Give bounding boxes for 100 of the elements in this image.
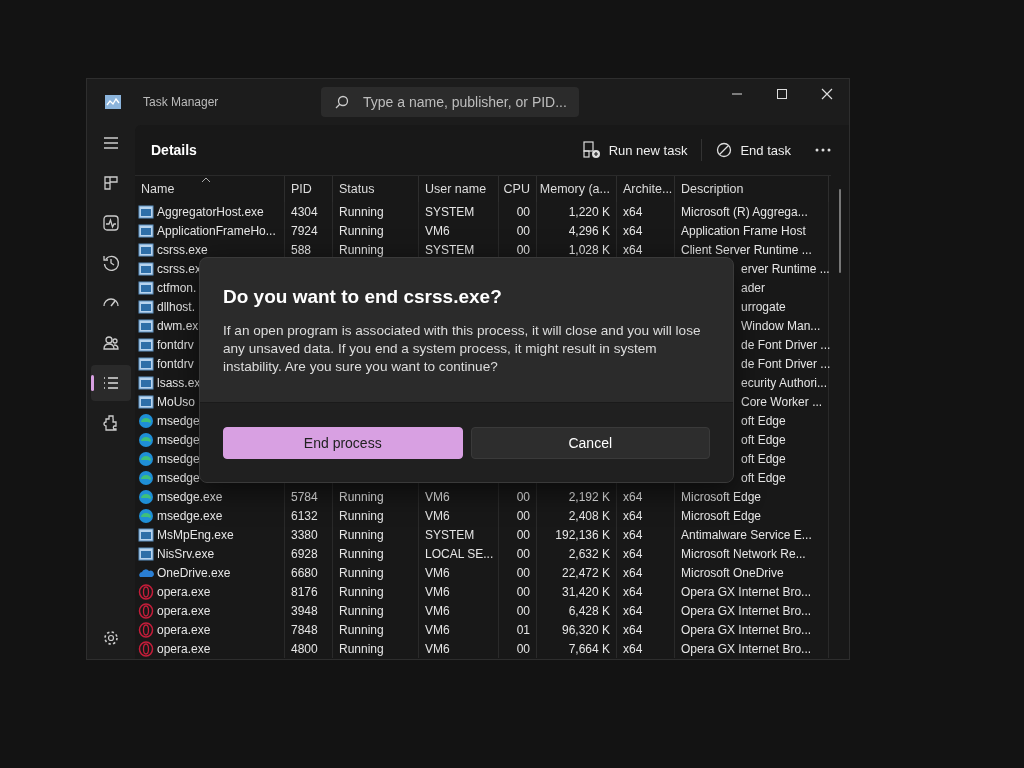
table-cell: Microsoft Network Re... xyxy=(681,546,806,561)
table-cell: x64 xyxy=(623,584,643,599)
table-cell: opera.exe xyxy=(157,603,211,618)
table-cell: oft Edge xyxy=(741,470,786,485)
table-cell: Window Man... xyxy=(741,318,821,333)
table-cell: x64 xyxy=(623,565,643,580)
table-cell: de Font Driver ... xyxy=(741,356,831,371)
block-icon xyxy=(716,142,733,158)
table-cell: NisSrv.exe xyxy=(157,546,215,561)
table-cell: ecurity Authori... xyxy=(741,375,828,390)
table-cell: VM6 xyxy=(425,584,450,599)
table-cell: VM6 xyxy=(425,223,450,238)
table-cell: Core Worker ... xyxy=(741,394,823,409)
table-cell: x64 xyxy=(623,489,643,504)
table-cell: ctfmon. xyxy=(157,280,197,295)
table-cell: Running xyxy=(339,527,384,542)
table-cell: 01 xyxy=(516,622,530,637)
table-cell: SYSTEM xyxy=(425,242,475,257)
menu-icon xyxy=(102,134,120,152)
table-cell: x64 xyxy=(623,508,643,523)
table-cell: 00 xyxy=(516,204,530,219)
toolbar-button[interactable]: Run new task xyxy=(574,135,696,165)
table-cell: 7,664 K xyxy=(568,641,610,656)
ring-icon xyxy=(138,640,154,657)
table-cell: lsass.ex xyxy=(157,375,201,390)
page-title: Details xyxy=(151,142,197,158)
scrollbar-thumb[interactable] xyxy=(839,189,841,273)
table-cell: msedge.exe xyxy=(157,508,223,523)
window-icon xyxy=(138,526,154,543)
table-cell: Opera GX Internet Bro... xyxy=(681,584,812,599)
table-cell: 7924 xyxy=(291,223,318,238)
column-header[interactable]: Name xyxy=(135,176,285,202)
table-cell: opera.exe xyxy=(157,622,211,637)
column-header[interactable]: CPU xyxy=(499,176,537,202)
table-cell: x64 xyxy=(623,641,643,656)
table-cell: 1,028 K xyxy=(568,242,610,257)
new-task-icon xyxy=(582,141,601,159)
table-cell: ApplicationFrameHo... xyxy=(157,223,276,238)
table-cell: VM6 xyxy=(425,603,450,618)
table-cell: 31,420 K xyxy=(561,584,610,599)
table-cell: 192,136 K xyxy=(555,527,610,542)
table-cell: AggregatorHost.exe xyxy=(157,204,264,219)
ring-icon xyxy=(138,602,154,619)
table-cell: 2,408 K xyxy=(568,508,610,523)
column-header[interactable]: Archite... xyxy=(617,176,675,202)
table-cell: dwm.ex xyxy=(157,318,199,333)
table-cell: MsMpEng.exe xyxy=(157,527,234,542)
settings-icon xyxy=(103,630,119,646)
table-cell: x64 xyxy=(623,546,643,561)
pulse-icon xyxy=(102,214,120,232)
table-cell: Running xyxy=(339,508,384,523)
column-header[interactable]: Description xyxy=(675,176,829,202)
table-cell: 1,220 K xyxy=(568,204,610,219)
table-cell: opera.exe xyxy=(157,641,211,656)
table-cell: OneDrive.exe xyxy=(157,565,231,580)
table-cell: x64 xyxy=(623,603,643,618)
window-icon xyxy=(138,374,154,391)
window-icon xyxy=(138,393,154,410)
secondary-button[interactable]: Cancel xyxy=(470,427,710,459)
edge-icon xyxy=(138,450,154,467)
table-cell: VM6 xyxy=(425,489,450,504)
ring-icon xyxy=(138,583,154,600)
table-cell: Running xyxy=(339,584,384,599)
column-header[interactable]: Memory (a... xyxy=(537,176,617,202)
column-header[interactable]: Status xyxy=(333,176,419,202)
window-icon xyxy=(138,336,154,353)
toolbar-button[interactable]: End task xyxy=(708,136,799,164)
dialog-message: If an open program is associated with this process, it will close and you will lose any unsaved data. If you end a system process, it might result in system instability. Are you sure you want to continue? xyxy=(223,322,702,376)
edge-icon xyxy=(138,507,154,524)
window-icon xyxy=(138,317,154,334)
search-icon xyxy=(335,95,349,109)
table-cell: Opera GX Internet Bro... xyxy=(681,641,812,656)
table-cell: Running xyxy=(339,603,384,618)
search-field[interactable]: Type a name, publisher, or PID... xyxy=(321,87,579,117)
table-cell: VM6 xyxy=(425,508,450,523)
table-cell: VM6 xyxy=(425,565,450,580)
table-cell: msedge.exe xyxy=(157,489,223,504)
table-cell: Running xyxy=(339,565,384,580)
table-cell: 22,472 K xyxy=(561,565,610,580)
dialog-title: Do you want to end csrss.exe? xyxy=(223,286,503,308)
more-icon xyxy=(815,148,831,152)
column-header[interactable]: PID xyxy=(285,176,333,202)
table-cell: Microsoft OneDrive xyxy=(681,565,784,580)
table-cell: 00 xyxy=(516,489,530,504)
primary-button[interactable]: End process xyxy=(223,427,463,459)
ring-icon xyxy=(138,621,154,638)
table-cell: 96,320 K xyxy=(561,622,610,637)
table-cell: ader xyxy=(741,280,766,295)
table-cell: Running xyxy=(339,546,384,561)
table-cell: oft Edge xyxy=(741,451,786,466)
table-cell: fontdrv xyxy=(157,337,194,352)
sort-caret-icon xyxy=(201,177,211,183)
table-cell: 4800 xyxy=(291,641,318,656)
column-header[interactable]: User name xyxy=(419,176,499,202)
table-cell: dllhost. xyxy=(157,299,196,314)
table-cell: x64 xyxy=(623,223,643,238)
table-cell: Running xyxy=(339,489,384,504)
nav-item[interactable] xyxy=(91,365,131,401)
table-cell: 00 xyxy=(516,603,530,618)
table-cell: Microsoft (R) Aggrega... xyxy=(681,204,808,219)
